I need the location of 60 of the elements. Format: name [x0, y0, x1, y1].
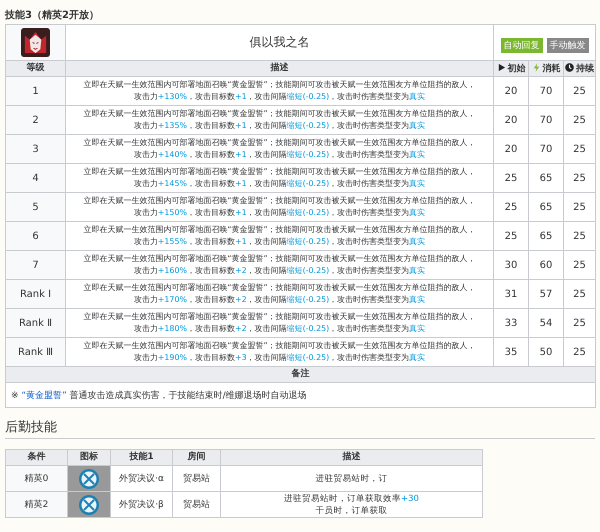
condition-cell: 精英0 [6, 466, 68, 492]
skill-tag: 手动触发 [546, 38, 588, 52]
cost-cell: 65 [528, 222, 564, 250]
initial-cell: 20 [494, 76, 528, 106]
initial-cell: 20 [494, 106, 528, 134]
initial-cell: 20 [494, 134, 528, 164]
column-header: 消耗 [528, 60, 564, 76]
initial-cell: 25 [494, 164, 528, 192]
duration-cell: 25 [564, 164, 596, 192]
summon-link[interactable]: “黄金盟誓” [21, 390, 67, 400]
description-cell: 进驻贸易站时，订单获取效率+30 干员时，订单获取 [220, 492, 482, 518]
cost-cell: 60 [528, 250, 564, 280]
clock-icon [565, 62, 574, 72]
duration-cell: 25 [564, 222, 596, 250]
initial-cell: 33 [494, 308, 528, 338]
initial-cell: 25 [494, 192, 528, 222]
duration-cell: 25 [564, 308, 596, 338]
column-header: 初始 [494, 60, 528, 76]
duration-cell: 25 [564, 250, 596, 280]
skill-cell: 外贸决议·α [110, 466, 172, 492]
cost-cell: 65 [528, 164, 564, 192]
duration-cell: 25 [564, 134, 596, 164]
duration-cell: 25 [564, 76, 596, 106]
skill-tag: 自动回复 [500, 38, 542, 52]
duration-cell: 25 [564, 338, 596, 366]
column-header: 持续 [564, 60, 596, 76]
cost-cell: 70 [528, 76, 564, 106]
column-header: 描述 [220, 450, 482, 466]
section-title: 后勤技能 [5, 419, 57, 436]
initial-cell: 31 [494, 280, 528, 308]
cost-cell: 70 [528, 134, 564, 164]
cost-cell: 70 [528, 106, 564, 134]
cost-cell: 57 [528, 280, 564, 308]
column-header: 技能1 [110, 450, 172, 466]
initial-cell: 35 [494, 338, 528, 366]
skill-cell: 外贸决议·β [110, 492, 172, 518]
column-header: 房间 [172, 450, 220, 466]
notes-header: 备注 [6, 366, 596, 382]
lightning-icon [532, 62, 540, 72]
lion-emblem-icon [21, 28, 50, 57]
cost-cell: 50 [528, 338, 564, 366]
note-text: ※ “黄金盟誓” 普通攻击造成真实伤害，于技能结束时/维娜退场时自动退场 [6, 382, 596, 408]
room-cell: 贸易站 [172, 466, 220, 492]
column-header: 等级 [6, 60, 66, 76]
section-title: 技能3（精英2开放） [5, 9, 99, 23]
play-icon [496, 62, 506, 72]
duration-cell: 25 [564, 106, 596, 134]
cost-cell: 65 [528, 192, 564, 222]
room-cell: 贸易站 [172, 492, 220, 518]
initial-cell: 30 [494, 250, 528, 280]
column-header: 图标 [68, 450, 110, 466]
skill-name: 俱以我之名 [250, 35, 310, 49]
column-header: 描述 [66, 60, 494, 76]
duration-cell: 25 [564, 280, 596, 308]
duration-cell: 25 [564, 192, 596, 222]
initial-cell: 25 [494, 222, 528, 250]
cost-cell: 54 [528, 308, 564, 338]
condition-cell: 精英2 [6, 492, 68, 518]
column-header: 条件 [6, 450, 68, 466]
description-cell: 进驻贸易站时，订 [220, 466, 482, 492]
